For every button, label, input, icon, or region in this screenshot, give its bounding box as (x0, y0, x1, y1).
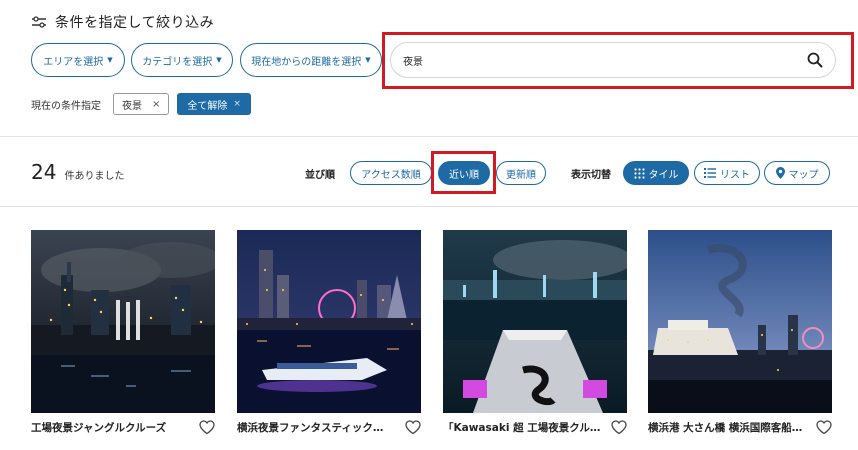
sort-access-button[interactable]: アクセス数順 (350, 161, 432, 185)
card-thumbnail[interactable] (648, 230, 832, 413)
view-tile-label: タイル (648, 169, 679, 181)
view-toggle-label: 表示切替 (571, 170, 611, 181)
clear-all-button[interactable]: 全て解除 × (177, 93, 251, 115)
sort-access-label: アクセス数順 (361, 169, 421, 181)
search-input[interactable] (403, 54, 807, 66)
view-map-button[interactable]: マップ (764, 161, 830, 185)
result-count: 24 件ありました (31, 160, 124, 184)
search-box[interactable] (390, 42, 836, 78)
result-card[interactable]: 横浜港 大さん橋 横浜国際客船… (648, 230, 832, 435)
result-count-suffix: 件ありました (64, 171, 125, 182)
area-select-button[interactable]: エリアを選択 ▼ (31, 43, 125, 77)
card-title[interactable]: 横浜夜景ファンタスティック… (237, 420, 383, 435)
condition-chip[interactable]: 夜景 × (113, 93, 170, 115)
distance-select-label: 現在地からの距離を選択 (251, 56, 362, 68)
card-title[interactable]: 横浜港 大さん橋 横浜国際客船… (648, 420, 802, 435)
clear-all-label: 全て解除 (187, 100, 228, 112)
filter-sliders-icon (32, 16, 46, 28)
divider (0, 136, 858, 137)
card-thumbnail[interactable] (443, 230, 627, 413)
grid-icon (633, 167, 645, 179)
sort-nearest-label: 近い順 (449, 169, 479, 181)
result-count-number: 24 (31, 160, 57, 184)
current-conditions: 現在の条件指定 夜景 × 全て解除 × (31, 92, 251, 116)
filter-title: 条件を指定して絞り込み (55, 15, 215, 31)
card-thumbnail[interactable] (237, 230, 421, 413)
sort-updated-label: 更新順 (506, 169, 536, 181)
sort-label: 並び順 (305, 170, 335, 181)
result-card[interactable]: 工場夜景ジャングルクルーズ (31, 230, 215, 435)
sort-updated-button[interactable]: 更新順 (496, 161, 546, 185)
distance-select-button[interactable]: 現在地からの距離を選択 ▼ (240, 43, 382, 77)
filter-header: 条件を指定して絞り込み (31, 12, 214, 32)
search-icon[interactable] (807, 52, 823, 68)
view-list-label: リスト (720, 169, 750, 181)
heart-icon[interactable] (405, 420, 421, 435)
card-title[interactable]: 「Kawasaki 超 工場夜景クル… (443, 420, 600, 435)
map-pin-icon (775, 167, 785, 179)
current-conditions-label: 現在の条件指定 (31, 100, 101, 112)
view-tile-button[interactable]: タイル (623, 161, 689, 185)
close-icon: × (233, 99, 241, 109)
area-select-label: エリアを選択 (43, 56, 104, 68)
heart-icon[interactable] (816, 420, 832, 435)
list-icon (704, 168, 716, 178)
heart-icon[interactable] (199, 420, 215, 435)
result-card[interactable]: 横浜夜景ファンタスティック… (237, 230, 421, 435)
card-thumbnail[interactable] (31, 230, 215, 413)
caret-down-icon: ▼ (107, 56, 113, 64)
category-select-button[interactable]: カテゴリを選択 ▼ (131, 43, 233, 77)
sort-nearest-button[interactable]: 近い順 (438, 161, 490, 185)
view-list-button[interactable]: リスト (694, 161, 760, 185)
card-title[interactable]: 工場夜景ジャングルクルーズ (31, 420, 166, 435)
view-map-label: マップ (788, 169, 819, 181)
heart-icon[interactable] (611, 420, 627, 435)
category-select-label: カテゴリを選択 (142, 56, 213, 68)
result-card[interactable]: 「Kawasaki 超 工場夜景クル… (443, 230, 627, 435)
close-icon[interactable]: × (152, 99, 160, 110)
condition-chip-label: 夜景 (122, 100, 142, 112)
caret-down-icon: ▼ (365, 56, 371, 64)
caret-down-icon: ▼ (216, 56, 222, 64)
divider (0, 206, 858, 207)
